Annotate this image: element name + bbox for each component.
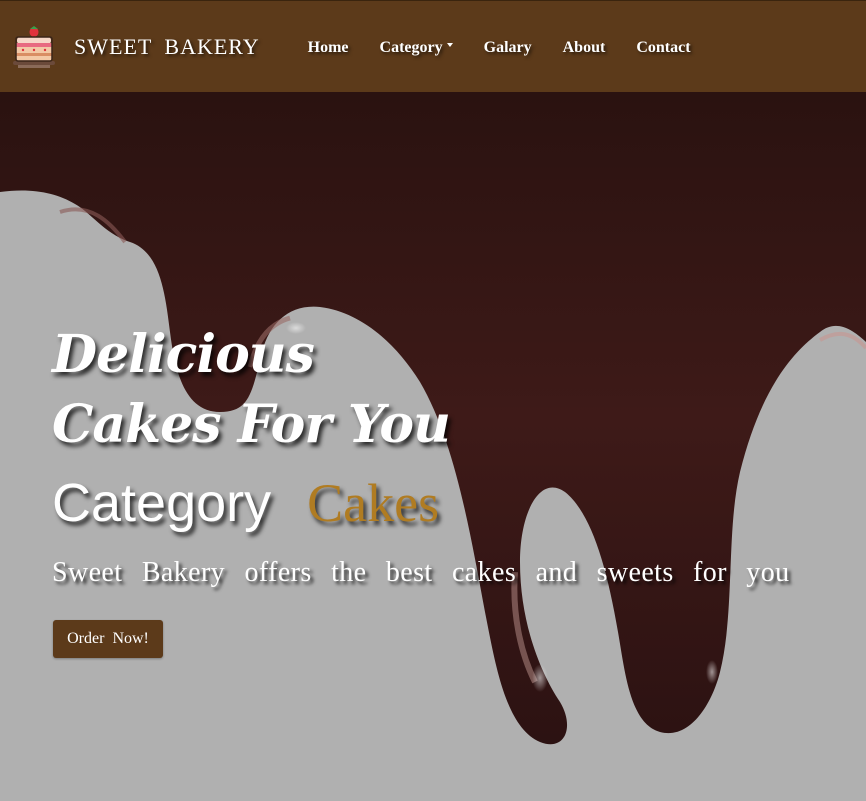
nav-link-label: Galary (483, 38, 532, 56)
nav-link-label: Category (379, 38, 443, 56)
hero-section: Delicious Cakes For You Category Cakes Sw… (0, 92, 866, 801)
cake-icon (13, 25, 55, 68)
navbar: SWEET BAKERY Home Category Galary About … (0, 0, 866, 92)
nav-link-home[interactable]: Home (308, 39, 349, 57)
category-highlight: Cakes (307, 473, 440, 533)
nav-link-galary[interactable]: Galary (484, 39, 532, 57)
category-word: Category (52, 473, 272, 533)
nav-link-label: About (562, 38, 606, 56)
nav-link-about[interactable]: About (563, 39, 606, 57)
brand-name: SWEET BAKERY (74, 33, 260, 59)
nav-links: Home Category Galary About Contact (308, 39, 722, 57)
hero-category-heading: Category Cakes (52, 472, 439, 534)
nav-link-label: Home (307, 38, 349, 56)
brand-link[interactable]: SWEET BAKERY (10, 23, 260, 71)
nav-link-label: Contact (636, 38, 691, 56)
chevron-down-icon (446, 42, 453, 47)
hero-headline-line1: Delicious (52, 324, 315, 385)
hero-tagline: Sweet Bakery offers the best cakes and s… (52, 557, 790, 588)
nav-link-contact[interactable]: Contact (636, 39, 690, 57)
nav-link-category-dropdown[interactable]: Category (380, 39, 453, 57)
order-now-button[interactable]: Order Now! (53, 620, 163, 658)
hero-headline-line2: Cakes For You (52, 394, 451, 455)
